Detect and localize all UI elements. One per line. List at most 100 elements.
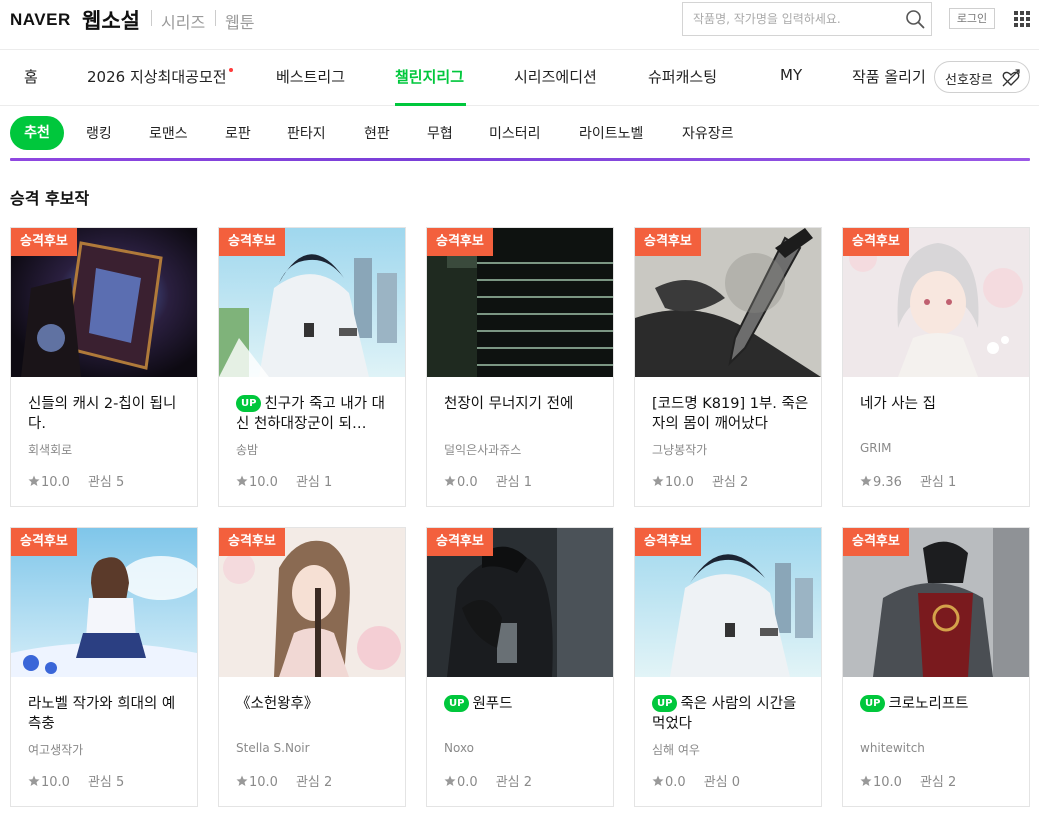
work-title[interactable]: UP 친구가 죽고 내가 대신 천하대장군이 되… bbox=[236, 394, 396, 434]
genre-tab-fantasy[interactable]: 판타지 bbox=[287, 123, 326, 143]
promotion-candidate-badge: 승격후보 bbox=[427, 528, 493, 556]
rating: 10.0 bbox=[665, 475, 694, 490]
new-indicator-dot bbox=[229, 68, 233, 72]
up-badge: UP bbox=[444, 695, 470, 712]
genre-tab-ranking[interactable]: 랭킹 bbox=[86, 123, 112, 143]
star-icon bbox=[860, 775, 872, 786]
nav-super-casting[interactable]: 슈퍼캐스팅 bbox=[648, 66, 717, 87]
preferred-genre-button[interactable]: 선호장르 bbox=[934, 61, 1030, 93]
interest-count: 5 bbox=[116, 475, 125, 490]
star-icon bbox=[28, 775, 40, 786]
interest-label: 관심 bbox=[495, 775, 520, 790]
star-icon bbox=[652, 475, 664, 486]
work-card[interactable]: 승격후보 《소헌왕후》 Stella S.Noir 10.0 관심 2 bbox=[218, 527, 406, 807]
interest-label: 관심 bbox=[87, 475, 112, 490]
login-button[interactable]: 로그인 bbox=[949, 8, 995, 29]
interest-label: 관심 bbox=[495, 475, 520, 490]
service-title-webnovel[interactable]: 웹소설 bbox=[82, 5, 140, 35]
work-author: 그냥봉작가 bbox=[652, 443, 708, 457]
promotion-candidate-badge: 승격후보 bbox=[219, 228, 285, 256]
service-divider bbox=[151, 10, 152, 26]
nav-upload-work[interactable]: 작품 올리기 bbox=[852, 66, 926, 87]
search-input[interactable] bbox=[683, 3, 893, 35]
work-author: 덜익은사과쥬스 bbox=[444, 443, 522, 457]
work-card[interactable]: 승격후보 [코드명 K819] 1부. 죽은 자의 몸이 깨어났다 그냥봉작가 … bbox=[634, 227, 822, 507]
apps-grid-icon[interactable] bbox=[1014, 11, 1030, 27]
nav-home[interactable]: 홈 bbox=[24, 66, 38, 87]
work-title[interactable]: UP 크로노리프트 bbox=[860, 694, 1020, 714]
genre-tab-recommended[interactable]: 추천 bbox=[10, 116, 64, 150]
nav-best-league[interactable]: 베스트리그 bbox=[276, 66, 345, 87]
up-badge: UP bbox=[236, 395, 262, 412]
genre-tab-free-genre[interactable]: 자유장르 bbox=[682, 123, 734, 143]
rating: 10.0 bbox=[249, 775, 278, 790]
work-stats: 10.0 관심 2 bbox=[236, 771, 332, 790]
genre-tab-mystery[interactable]: 미스터리 bbox=[489, 123, 541, 143]
work-title[interactable]: 《소헌왕후》 bbox=[236, 694, 396, 714]
work-card[interactable]: 승격후보 천장이 무너지기 전에 덜익은사과쥬스 0.0 관심 1 bbox=[426, 227, 614, 507]
work-card[interactable]: 승격후보 UP 원푸드 Noxo 0.0 관심 2 bbox=[426, 527, 614, 807]
genre-tab-romance-fantasy[interactable]: 로판 bbox=[225, 123, 251, 143]
work-author: GRIM bbox=[860, 441, 892, 455]
work-title[interactable]: UP 원푸드 bbox=[444, 694, 604, 714]
genre-tabs: 추천 랭킹 로맨스 로판 판타지 현판 무협 미스터리 라이트노벨 자유장르 bbox=[0, 106, 1039, 158]
work-title[interactable]: 라노벨 작가와 희대의 예측충 bbox=[28, 694, 188, 734]
service-divider bbox=[215, 10, 216, 26]
interest-label: 관심 bbox=[711, 475, 736, 490]
work-author: 심해 여우 bbox=[652, 743, 700, 757]
main-nav: 홈 2026 지상최대공모전 베스트리그 챌린지리그 시리즈에디션 슈퍼캐스팅 … bbox=[0, 50, 1039, 106]
work-title[interactable]: 천장이 무너지기 전에 bbox=[444, 394, 604, 414]
genre-tab-romance[interactable]: 로맨스 bbox=[149, 123, 188, 143]
promotion-candidate-badge: 승격후보 bbox=[427, 228, 493, 256]
promotion-candidate-badge: 승격후보 bbox=[11, 528, 77, 556]
work-title[interactable]: UP 죽은 사람의 시간을 먹었다 bbox=[652, 694, 812, 734]
nav-challenge-league[interactable]: 챌린지리그 bbox=[395, 66, 464, 87]
genre-tab-martial-arts[interactable]: 무협 bbox=[427, 123, 453, 143]
work-author: Noxo bbox=[444, 741, 475, 755]
promotion-candidate-badge: 승격후보 bbox=[11, 228, 77, 256]
interest-count: 5 bbox=[116, 775, 125, 790]
work-stats: 10.0 관심 2 bbox=[652, 471, 748, 490]
genre-tab-light-novel[interactable]: 라이트노벨 bbox=[579, 123, 643, 143]
interest-count: 1 bbox=[948, 475, 957, 490]
rating: 10.0 bbox=[873, 775, 902, 790]
rating: 9.36 bbox=[873, 475, 902, 490]
work-stats: 0.0 관심 1 bbox=[444, 471, 532, 490]
work-card[interactable]: 승격후보 신들의 캐시 2-칩이 됩니다. 회색회로 10.0 관심 5 bbox=[10, 227, 198, 507]
work-author: 회색회로 bbox=[28, 443, 73, 457]
service-link-series[interactable]: 시리즈 bbox=[161, 9, 205, 33]
work-author: Stella S.Noir bbox=[236, 741, 310, 755]
naver-logo[interactable]: NAVER bbox=[10, 10, 71, 30]
promotion-candidate-badge: 승격후보 bbox=[635, 228, 701, 256]
work-card[interactable]: 승격후보 UP 친구가 죽고 내가 대신 천하대장군이 되… 송밤 10.0 관심 … bbox=[218, 227, 406, 507]
interest-label: 관심 bbox=[295, 475, 320, 490]
rating: 0.0 bbox=[665, 775, 686, 790]
service-link-webtoon[interactable]: 웹툰 bbox=[225, 9, 254, 33]
work-card[interactable]: 승격후보 UP 죽은 사람의 시간을 먹었다 심해 여우 0.0 관심 0 bbox=[634, 527, 822, 807]
work-stats: 10.0 관심 5 bbox=[28, 771, 124, 790]
nav-series-edition[interactable]: 시리즈에디션 bbox=[514, 66, 597, 87]
nav-contest[interactable]: 2026 지상최대공모전 bbox=[87, 66, 227, 87]
search-icon[interactable] bbox=[905, 9, 925, 29]
rating: 10.0 bbox=[249, 475, 278, 490]
nav-my[interactable]: MY bbox=[780, 66, 802, 84]
rating: 10.0 bbox=[41, 775, 70, 790]
work-card[interactable]: 승격후보 네가 사는 집 GRIM 9.36 관심 1 bbox=[842, 227, 1030, 507]
top-header: NAVER 웹소설 시리즈 웹툰 로그인 bbox=[0, 0, 1039, 50]
interest-count: 2 bbox=[523, 775, 533, 790]
work-author: 여고생작가 bbox=[28, 743, 84, 757]
interest-count: 1 bbox=[523, 475, 533, 490]
work-title[interactable]: 네가 사는 집 bbox=[860, 394, 1020, 414]
interest-label: 관심 bbox=[703, 775, 728, 790]
work-card[interactable]: 승격후보 UP 크로노리프트 whitewitch 10.0 관심 2 bbox=[842, 527, 1030, 807]
work-title[interactable]: [코드명 K819] 1부. 죽은 자의 몸이 깨어났다 bbox=[652, 394, 812, 434]
interest-count: 2 bbox=[948, 775, 957, 790]
search-box bbox=[682, 2, 932, 36]
work-stats: 10.0 관심 5 bbox=[28, 471, 124, 490]
work-title[interactable]: 신들의 캐시 2-칩이 됩니다. bbox=[28, 394, 188, 434]
work-card[interactable]: 승격후보 라노벨 작가와 희대의 예측충 여고생작가 10.0 관심 5 bbox=[10, 527, 198, 807]
rating: 0.0 bbox=[457, 775, 478, 790]
up-badge: UP bbox=[652, 695, 678, 712]
interest-count: 1 bbox=[324, 475, 333, 490]
genre-tab-modern-fantasy[interactable]: 현판 bbox=[364, 123, 390, 143]
